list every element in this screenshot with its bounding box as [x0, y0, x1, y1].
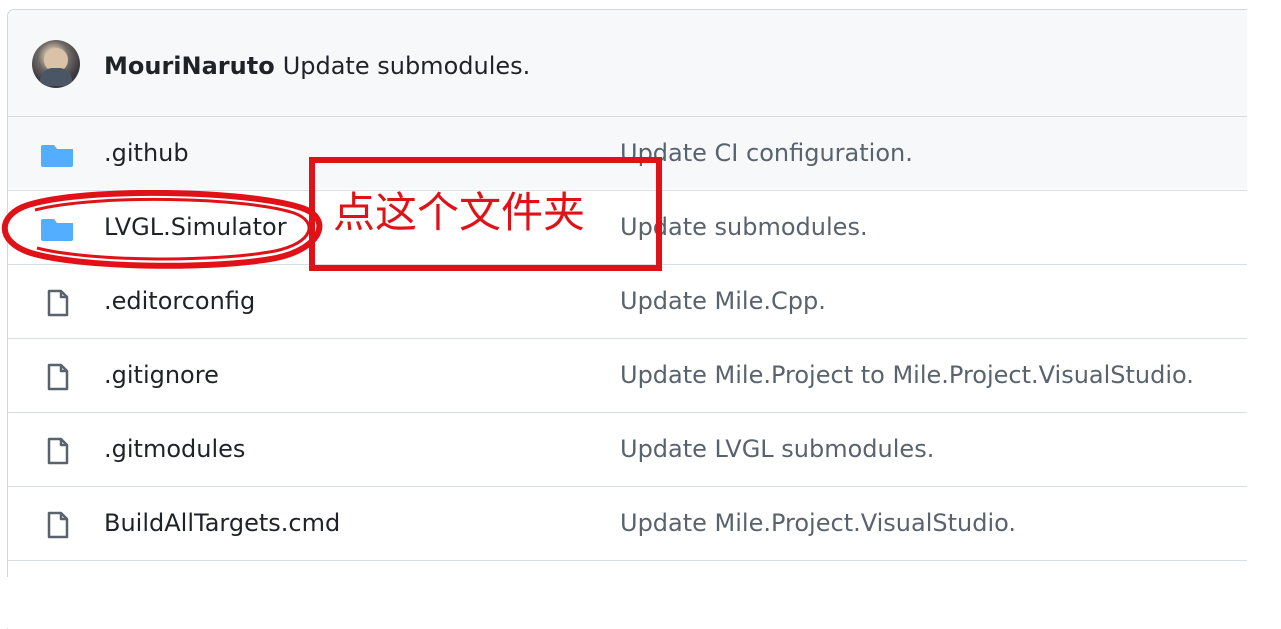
file-icon	[40, 437, 76, 465]
file-commit-link[interactable]: Update Mile.Project to Mile.Project.Visu…	[620, 360, 1194, 390]
file-name-link[interactable]: .editorconfig	[104, 286, 255, 316]
latest-commit-bar: MouriNaruto Update submodules.	[8, 10, 1247, 116]
commit-author-link[interactable]: MouriNaruto	[104, 52, 275, 80]
file-icon	[40, 363, 76, 391]
file-commit-link[interactable]: Update CI configuration.	[620, 138, 913, 168]
file-commit-link[interactable]: Update LVGL submodules.	[620, 434, 934, 464]
file-icon	[40, 511, 76, 539]
commit-message-link[interactable]: Update submodules.	[283, 52, 531, 80]
file-row-buildalltargets[interactable]: BuildAllTargets.cmd Update Mile.Project.…	[8, 486, 1247, 559]
file-row-gitignore[interactable]: .gitignore Update Mile.Project to Mile.P…	[8, 338, 1247, 411]
avatar[interactable]	[32, 40, 80, 88]
file-name-link[interactable]: BuildAllTargets.cmd	[104, 508, 340, 538]
file-list-end-divider	[8, 560, 1247, 577]
file-name-link[interactable]: .gitignore	[104, 360, 219, 390]
annotation-label: 点这个文件夹	[333, 188, 586, 237]
folder-icon	[40, 141, 76, 169]
file-name-link[interactable]: .gitmodules	[104, 434, 245, 464]
page-bottom-space	[0, 577, 1281, 628]
file-row-gitmodules[interactable]: .gitmodules Update LVGL submodules.	[8, 412, 1247, 485]
file-icon	[40, 289, 76, 317]
file-commit-link[interactable]: Update Mile.Project.VisualStudio.	[620, 508, 1016, 538]
file-commit-link[interactable]: Update Mile.Cpp.	[620, 286, 826, 316]
latest-commit-text: MouriNaruto Update submodules.	[104, 51, 530, 81]
annotation-ellipse	[1, 190, 323, 269]
file-name-link[interactable]: .github	[104, 138, 189, 168]
file-row-editorconfig[interactable]: .editorconfig Update Mile.Cpp.	[8, 264, 1247, 337]
